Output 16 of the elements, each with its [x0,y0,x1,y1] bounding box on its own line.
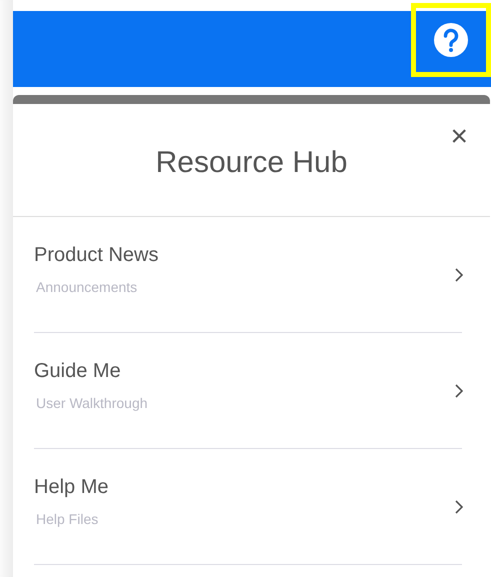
help-icon [433,22,469,58]
menu-item[interactable]: Help Me Help Files [34,449,462,565]
close-button[interactable]: × [450,122,468,152]
menu-item[interactable]: Guide Me User Walkthrough [34,333,462,449]
chevron-icon [454,266,464,282]
chevron-icon [454,382,464,398]
help-button[interactable] [431,20,471,60]
item-title: Product News [34,244,158,267]
chevron-icon [454,498,464,514]
item-subtitle: Help Files [35,511,100,527]
item-title: Guide Me [34,360,122,383]
item-title: Help Me [34,476,108,499]
panel-title: Resource Hub [156,146,348,180]
menu-item[interactable]: Product News Announcements [34,217,462,333]
item-subtitle: Announcements [35,279,138,295]
item-subtitle: User Walkthrough [35,395,148,411]
